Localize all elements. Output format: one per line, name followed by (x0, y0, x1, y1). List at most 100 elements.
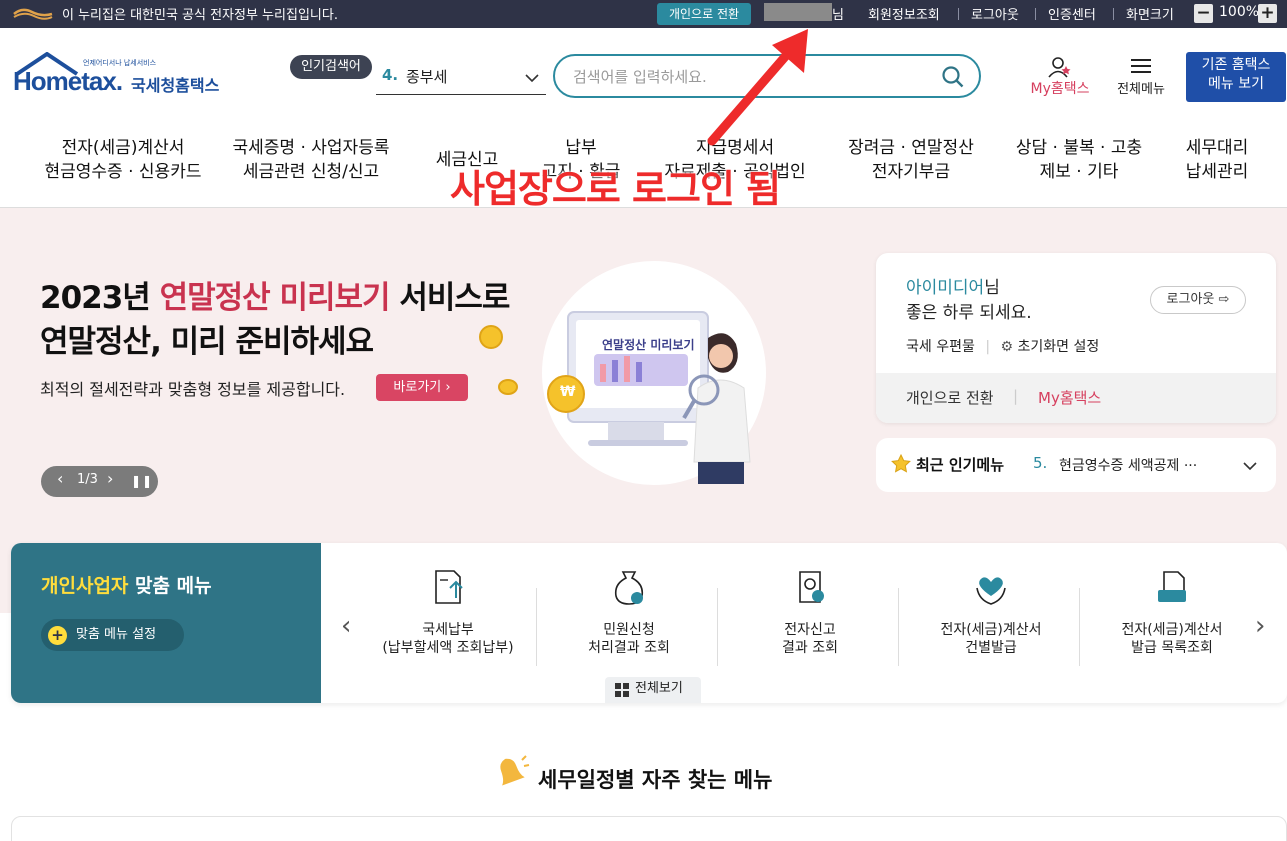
chevron-left-icon[interactable]: ‹ (341, 611, 351, 641)
schedule-card (11, 816, 1287, 841)
item-line2: 결과 조회 (782, 640, 838, 656)
nav-label: 현금영수증 · 신용카드 (44, 162, 202, 182)
custom-item-e-filing-result[interactable]: 전자신고결과 조회 (720, 568, 900, 668)
divider: | (985, 339, 991, 355)
coin-icon (479, 325, 503, 349)
custom-title-rest: 맞춤 메뉴 (128, 575, 212, 597)
hero-title: 2023년 연말정산 미리보기 서비스로 (40, 272, 510, 317)
member-info-link[interactable]: 회원정보조회 (868, 4, 940, 23)
hometax-logo[interactable]: 언제어디서나 납세서비스 Hometax. 국세청홈택스 (13, 52, 228, 104)
all-menu-label: 전체메뉴 (1117, 82, 1165, 97)
popular-rank: 4. (382, 66, 399, 84)
item-label: 전자(세금)계산서 발급 목록조회 (1082, 621, 1262, 657)
tax-mail-link[interactable]: 국세 우편물 (906, 339, 975, 355)
hero-title-line2: 연말정산, 미리 준비하세요 (40, 324, 374, 360)
nav-item-invoice[interactable]: 전자(세금)계산서 현금영수증 · 신용카드 (28, 136, 218, 184)
gov-notice-bar: 이 누리집은 대한민국 공식 전자정부 누리집입니다. 개인으로 전환 님 회원… (0, 0, 1287, 28)
nav-label: 납부 (565, 138, 597, 158)
gov-notice-text: 이 누리집은 대한민국 공식 전자정부 누리집입니다. (62, 8, 338, 23)
nav-label: 전자(세금)계산서 (61, 138, 185, 158)
next-icon[interactable]: › (107, 469, 113, 488)
recent-popular-menu[interactable]: 최근 인기메뉴 5. 현금영수증 세액공제 ··· (876, 438, 1276, 492)
chevron-right-icon[interactable]: › (1255, 611, 1265, 641)
custom-item-invoice-issue[interactable]: 전자(세금)계산서 건별발급 (901, 568, 1081, 668)
nav-label: 세금관련 신청/신고 (242, 162, 380, 182)
bell-icon (500, 755, 530, 786)
nav-item-tax-agent[interactable]: 세무대리 납세관리 (1170, 136, 1264, 184)
switch-personal-link[interactable]: 개인으로 전환 (906, 387, 994, 408)
pause-icon[interactable]: ❚❚ (131, 474, 153, 488)
divider (1035, 8, 1036, 20)
logout-button[interactable]: 로그아웃 ⇨ (1150, 286, 1246, 314)
folder-document-icon (1158, 571, 1186, 602)
logout-link[interactable]: 로그아웃 (971, 4, 1019, 23)
divider (1113, 8, 1114, 20)
custom-menu-setting-button[interactable]: + 맞춤 메뉴 설정 (41, 619, 184, 651)
hero-go-button[interactable]: 바로가기 › (376, 374, 468, 401)
item-line1: 전자(세금)계산서 (940, 622, 1042, 638)
pager-count: 1/3 (77, 472, 98, 487)
chevron-down-icon[interactable] (1242, 458, 1258, 474)
greeting: 좋은 하루 되세요. (906, 303, 1032, 323)
item-line1: 전자신고 (784, 622, 836, 638)
document-upload-icon (435, 570, 463, 604)
hero-title-pre: 2023년 (40, 280, 160, 316)
go-label: 바로가기 (393, 380, 442, 395)
hamburger-icon (1131, 59, 1151, 73)
old-home-line2: 메뉴 보기 (1208, 76, 1264, 92)
logout-icon: ⇨ (1218, 292, 1230, 307)
divider (536, 588, 537, 666)
my-hometax-link[interactable]: My홈택스 (1038, 387, 1101, 408)
divider (958, 8, 959, 20)
old-hometax-button[interactable]: 기존 홈택스 메뉴 보기 (1186, 52, 1286, 102)
annotation-text: 사업장으로 로그인 됨 (450, 167, 781, 211)
nav-label: 장려금 · 연말정산 (848, 138, 974, 158)
user-name-suffix: 님 (984, 278, 1000, 298)
my-hometax-button[interactable]: My홈택스 (1024, 56, 1096, 100)
view-all-button[interactable]: 전체보기 (605, 677, 701, 703)
item-label: 국세납부 (납부할세액 조회납부) (358, 621, 538, 657)
custom-item-civil-result[interactable]: 민원신청 처리결과 조회 (539, 568, 719, 668)
custom-menu-header: 개인사업자 맞춤 메뉴 + 맞춤 메뉴 설정 (11, 543, 321, 703)
custom-setting-label: 맞춤 메뉴 설정 (76, 627, 157, 642)
nav-item-year-end[interactable]: 장려금 · 연말정산 전자기부금 (834, 136, 988, 184)
item-line2: 발급 목록조회 (1131, 640, 1213, 656)
user-icon (1048, 57, 1071, 78)
banner-pager: ‹ 1/3 › ❚❚ (41, 466, 158, 497)
plus-icon: + (48, 626, 67, 645)
zoom-out-button[interactable]: − (1194, 4, 1213, 23)
zoom-value: 100% (1219, 4, 1260, 20)
nav-item-certificate[interactable]: 국세증명 · 사업자등록 세금관련 신청/신고 (216, 136, 406, 184)
item-line2: (납부할세액 조회납부) (382, 640, 514, 656)
divider (898, 588, 899, 666)
custom-item-tax-payment[interactable]: 국세납부 (납부할세액 조회납부) (358, 568, 538, 668)
init-setting-link[interactable]: 초기화면 설정 (1018, 339, 1100, 355)
switch-personal-button[interactable]: 개인으로 전환 (657, 3, 751, 25)
annotation-arrow-icon (707, 29, 808, 146)
nav-label: 세무대리 (1185, 138, 1249, 158)
prev-icon[interactable]: ‹ (57, 469, 63, 488)
schedule-title: 세무일정별 자주 찾는 메뉴 (538, 768, 773, 792)
cert-center-link[interactable]: 인증센터 (1048, 4, 1096, 23)
nav-item-consult[interactable]: 상담 · 불복 · 고충 제보 · 기타 (1002, 136, 1156, 184)
coin-icon (498, 379, 518, 395)
item-line2: 처리결과 조회 (588, 640, 670, 656)
popular-search-tag: 인기검색어 (290, 55, 372, 79)
money-bag-icon (614, 571, 644, 605)
custom-item-invoice-list[interactable]: 전자(세금)계산서 발급 목록조회 (1082, 568, 1262, 668)
popular-search-select[interactable]: 4. 종부세 (376, 60, 546, 95)
recent-item: 현금영수증 세액공제 ··· (1059, 458, 1198, 474)
search-icon[interactable] (941, 65, 965, 89)
nav-label: 납세관리 (1185, 162, 1249, 182)
all-menu-button[interactable]: 전체메뉴 (1108, 56, 1174, 100)
divider (1079, 588, 1080, 666)
logout-label: 로그아웃 (1166, 292, 1215, 307)
zoom-in-button[interactable]: + (1258, 4, 1277, 23)
recent-rank: 5. (1033, 454, 1048, 472)
user-name-text: 아이미디어 (906, 278, 985, 298)
masked-username (764, 3, 832, 21)
old-home-line1: 기존 홈택스 (1201, 57, 1271, 73)
login-card: 아이미디어님 좋은 하루 되세요. 로그아웃 ⇨ 국세 우편물 | ⚙ 초기화면… (876, 253, 1276, 423)
my-hometax-label: My홈택스 (1030, 81, 1090, 97)
divider (717, 588, 718, 666)
